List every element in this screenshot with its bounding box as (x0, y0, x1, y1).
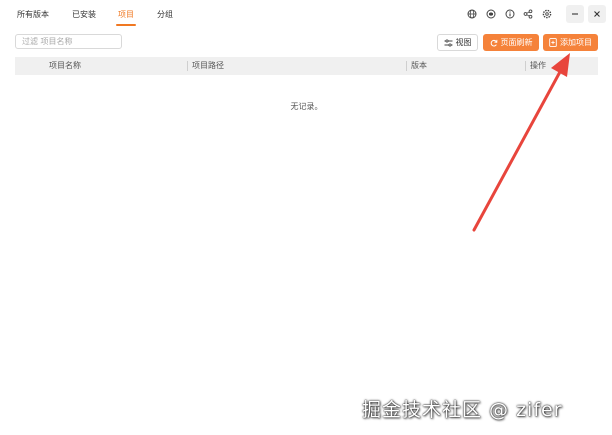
annotation-arrow (472, 53, 570, 232)
watermark-text: 掘金技术社区 @ zifer (362, 399, 563, 421)
